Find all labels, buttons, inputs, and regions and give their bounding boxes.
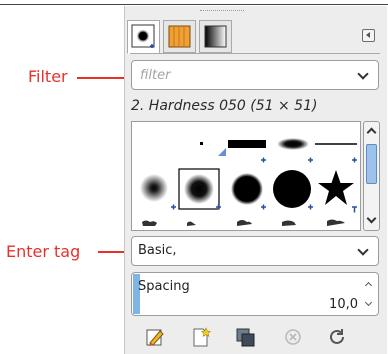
spacing-spinscale[interactable]: Spacing 10,0 [131,272,379,316]
gradient-icon [204,25,227,48]
duplicate-brush-icon [236,328,255,347]
brush-star[interactable] [318,170,354,205]
scroll-up-icon[interactable] [366,127,377,138]
new-brush-icon [193,327,212,347]
brushes-grid[interactable] [131,121,361,231]
refresh-brushes-button[interactable] [325,326,349,348]
brush-block[interactable] [228,140,266,148]
brushes-scrollbar[interactable] [363,121,380,231]
scrollbar-thumb[interactable] [366,144,377,184]
brush-hardness-100[interactable] [273,170,311,208]
panel-drag-handle[interactable] [200,10,244,12]
annotation-filter-line [77,77,129,79]
filter-combo[interactable]: filter [131,60,379,90]
refresh-brushes-icon [330,329,344,344]
edit-brush-icon [146,329,164,346]
brush-icon [131,24,155,48]
tab-brushes[interactable] [127,20,160,54]
spin-down-icon[interactable] [364,298,373,307]
brush-title: 2. Hardness 050 (51 × 51) [131,98,318,114]
brush-pixel[interactable] [200,142,203,145]
brush-thumbnails [140,138,357,226]
duplicate-brush-button[interactable] [234,326,258,348]
scroll-down-icon[interactable] [366,213,377,224]
brush-selected-marker [218,148,226,156]
new-brush-button[interactable] [189,326,213,348]
brush-hardness-075[interactable] [231,173,263,205]
spin-up-icon[interactable] [364,281,373,290]
chevron-down-icon[interactable] [357,244,369,256]
pattern-icon [168,25,191,48]
spacing-value[interactable]: 10,0 [329,297,358,312]
annotation-enter-tag: Enter tag [6,242,81,261]
brush-hardness-050[interactable] [184,174,214,204]
brushes-toolbar [131,323,381,351]
filter-input[interactable]: filter [140,68,170,83]
tab-patterns[interactable] [163,20,196,53]
brush-soft[interactable] [140,174,168,202]
tab-underline [130,53,380,54]
tab-gradients[interactable] [199,20,232,53]
delete-brush-icon [285,329,301,345]
brush-ellipse[interactable] [277,138,309,150]
tag-input[interactable]: Basic, [138,243,177,258]
tag-combo[interactable]: Basic, [131,236,379,266]
annotation-filter: Filter [28,67,68,86]
spacing-label: Spacing [138,279,190,294]
delete-brush-button[interactable] [281,326,305,348]
edit-brush-button[interactable] [143,326,167,348]
top-border [0,4,388,5]
panel-menu-icon[interactable] [362,29,375,42]
chevron-down-icon[interactable] [357,68,369,80]
